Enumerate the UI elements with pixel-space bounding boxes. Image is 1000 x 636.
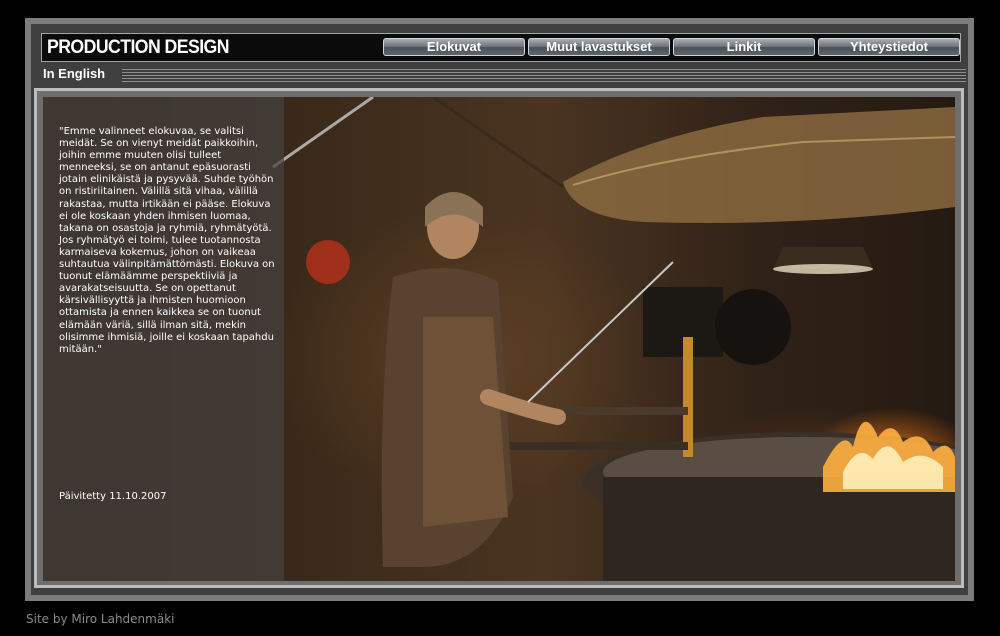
site-logo[interactable]: PRODUCTION DESIGN [47, 38, 230, 58]
nav-elokuvat-button[interactable]: Elokuvat [383, 38, 525, 56]
decorative-lines [122, 69, 966, 82]
quote-text: "Emme valinneet elokuvaa, se valitsi mei… [59, 126, 275, 355]
content-inner: "Emme valinneet elokuvaa, se valitsi mei… [37, 91, 961, 585]
nav-muut-lavastukset-button[interactable]: Muut lavastukset [528, 38, 670, 56]
in-english-link[interactable]: In English [43, 66, 105, 81]
main-nav: Elokuvat Muut lavastukset Linkit Yhteyst… [383, 38, 960, 56]
updated-date: Päivitetty 11.10.2007 [59, 491, 167, 502]
page-inner: PRODUCTION DESIGN Elokuvat Muut lavastuk… [31, 24, 968, 595]
header-bar: PRODUCTION DESIGN Elokuvat Muut lavastuk… [41, 33, 961, 62]
content-frame: "Emme valinneet elokuvaa, se valitsi mei… [34, 88, 964, 588]
site-credit[interactable]: Site by Miro Lahdenmäki [26, 612, 174, 626]
nav-linkit-button[interactable]: Linkit [673, 38, 815, 56]
blacksmith-photo: "Emme valinneet elokuvaa, se valitsi mei… [43, 97, 955, 581]
nav-yhteystiedot-button[interactable]: Yhteystiedot [818, 38, 960, 56]
page-frame: PRODUCTION DESIGN Elokuvat Muut lavastuk… [25, 18, 974, 601]
quote-panel: "Emme valinneet elokuvaa, se valitsi mei… [43, 97, 284, 581]
